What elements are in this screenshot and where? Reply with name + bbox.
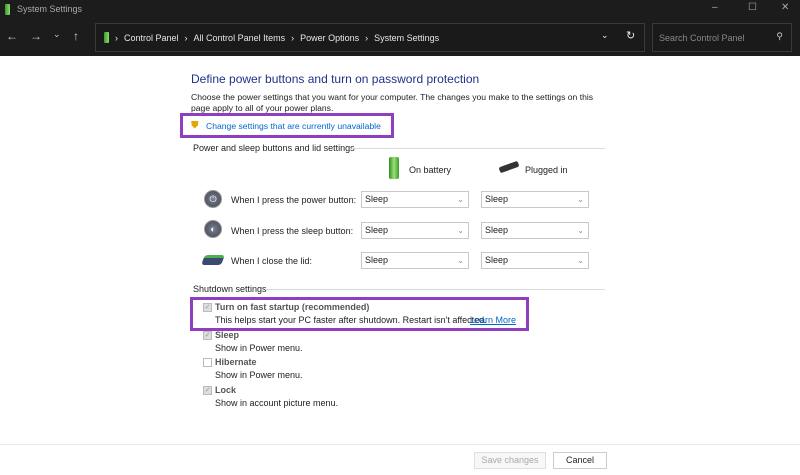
refresh-icon[interactable]: ↻ [626, 29, 635, 42]
plug-icon [498, 160, 520, 174]
plugged-in-header: Plugged in [525, 165, 568, 175]
location-battery-icon [104, 32, 109, 43]
lock-desc: Show in account picture menu. [215, 398, 339, 408]
on-battery-header: On battery [409, 165, 452, 175]
sleep-button-icon: ◐ [204, 220, 222, 238]
lock-checkbox[interactable]: ✓ [203, 386, 212, 395]
forward-arrow-icon[interactable]: → [30, 29, 42, 43]
hibernate-checkbox[interactable] [203, 358, 212, 367]
fast-startup-label: Turn on fast startup (recommended) [215, 302, 370, 312]
breadcrumb-power-options[interactable]: Power Options [300, 33, 359, 43]
search-placeholder: Search Control Panel [659, 32, 745, 43]
minimize-icon[interactable]: – [712, 2, 718, 13]
sleep-checkbox[interactable]: ✓ [203, 331, 212, 340]
search-input[interactable]: Search Control Panel ⚲ [652, 23, 792, 52]
power-button-plugged-select[interactable]: Sleep ⌄ [481, 191, 589, 208]
window-title: System Settings [17, 4, 83, 14]
fast-startup-desc: This helps start your PC faster after sh… [215, 315, 487, 325]
uac-shield-icon: ⛊ [191, 120, 199, 131]
breadcrumb-system-settings[interactable]: System Settings [374, 33, 439, 43]
title-bar: System Settings – ☐ ✕ [0, 0, 800, 20]
power-button-battery-select[interactable]: Sleep ⌄ [361, 191, 469, 208]
lid-battery-select[interactable]: Sleep ⌄ [361, 252, 469, 269]
maximize-icon[interactable]: ☐ [748, 2, 757, 13]
change-settings-link[interactable]: Change settings that are currently unava… [206, 121, 381, 131]
up-arrow-icon[interactable]: ↑ [73, 29, 79, 43]
laptop-lid-icon [201, 255, 225, 265]
row-label: When I press the power button: [231, 195, 357, 205]
back-arrow-icon[interactable]: ← [6, 29, 18, 43]
lock-label: Lock [215, 385, 237, 395]
sleep-button-plugged-select[interactable]: Sleep ⌄ [481, 222, 589, 239]
power-section-label: Power and sleep buttons and lid settings [193, 143, 355, 153]
sleep-label: Sleep [215, 330, 240, 340]
breadcrumb-control-panel[interactable]: Control Panel [124, 33, 179, 43]
learn-more-link[interactable]: Learn More [470, 315, 516, 325]
navigation-bar: ← → ⌄ ↑ › Control Panel › All Control Pane… [0, 20, 800, 56]
hibernate-desc: Show in Power menu. [215, 370, 303, 380]
page-title: Define power buttons and turn on passwor… [191, 72, 480, 86]
close-icon[interactable]: ✕ [781, 2, 789, 13]
app-battery-icon [5, 4, 10, 15]
row-label: When I close the lid: [231, 256, 313, 266]
row-label: When I press the sleep button: [231, 226, 354, 236]
shutdown-section-label: Shutdown settings [193, 284, 267, 294]
cancel-button[interactable]: Cancel [553, 452, 607, 469]
sleep-button-battery-select[interactable]: Sleep ⌄ [361, 222, 469, 239]
power-button-icon: ⏻ [204, 190, 222, 208]
lid-plugged-select[interactable]: Sleep ⌄ [481, 252, 589, 269]
recent-chevron-icon[interactable]: ⌄ [53, 29, 61, 40]
address-bar[interactable]: › Control Panel › All Control Panel Items … [95, 23, 645, 52]
sleep-desc: Show in Power menu. [215, 343, 303, 353]
battery-icon [389, 157, 399, 179]
address-dropdown-icon[interactable]: ⌄ [601, 30, 609, 41]
search-icon[interactable]: ⚲ [776, 31, 783, 42]
fast-startup-checkbox[interactable]: ✓ [203, 303, 212, 312]
hibernate-label: Hibernate [215, 357, 257, 367]
page-description: Choose the power settings that you want … [191, 92, 594, 113]
breadcrumb-all-items[interactable]: All Control Panel Items [194, 33, 286, 43]
save-changes-button[interactable]: Save changes [474, 452, 546, 469]
